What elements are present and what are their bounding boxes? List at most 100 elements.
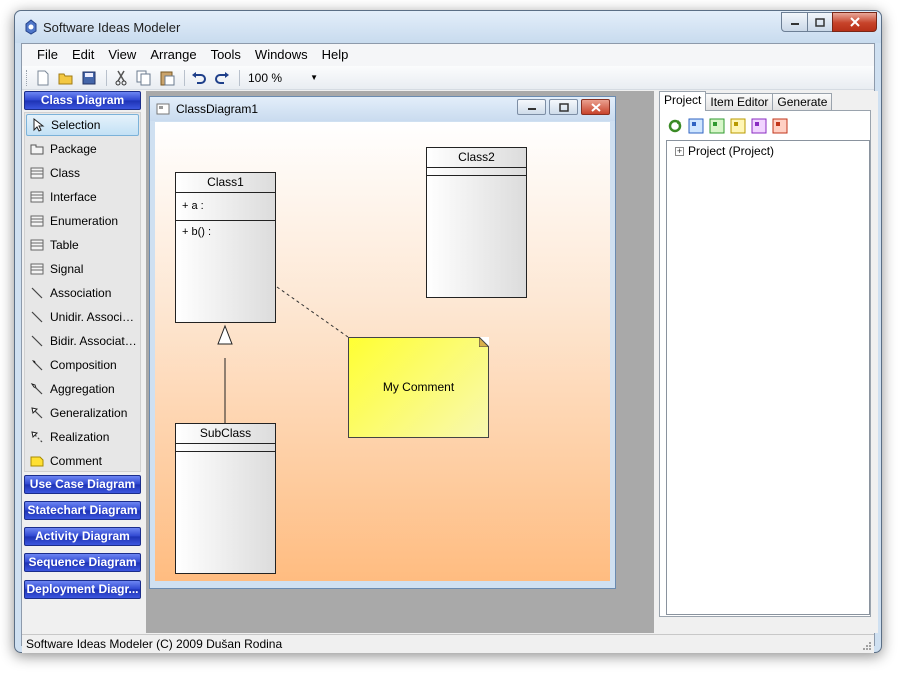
maximize-button[interactable] — [807, 12, 833, 32]
right-panel: Project Item Editor Generate + Project (… — [657, 91, 878, 633]
add-diagram-icon — [688, 118, 704, 134]
tool-class[interactable]: Class — [26, 162, 139, 184]
tool-package[interactable]: Package — [26, 138, 139, 160]
composition-icon — [32, 360, 43, 371]
tool-label: Association — [50, 286, 112, 300]
size-grip-icon[interactable] — [862, 641, 872, 651]
tool-table[interactable]: Table — [26, 234, 139, 256]
subclass[interactable]: SubClass — [175, 423, 276, 574]
tool-label: Composition — [50, 358, 117, 372]
save-button[interactable] — [79, 68, 99, 88]
undo-icon — [192, 71, 206, 84]
new-icon — [37, 70, 49, 85]
add-package-icon — [709, 118, 725, 134]
toolbar-grip[interactable] — [26, 69, 29, 86]
diagram-title-bar[interactable]: ClassDiagram1 — [150, 97, 615, 121]
tool-generalization[interactable]: Generalization — [26, 402, 139, 424]
tool-association[interactable]: Association — [26, 282, 139, 304]
menu-edit[interactable]: Edit — [65, 44, 101, 66]
tool-label: Aggregation — [50, 382, 115, 396]
tool-enumeration[interactable]: Enumeration — [26, 210, 139, 232]
tool-composition[interactable]: Composition — [26, 354, 139, 376]
tool-label: Enumeration — [50, 214, 119, 228]
menu-windows[interactable]: Windows — [248, 44, 315, 66]
generalization-icon — [31, 407, 43, 419]
close-icon — [590, 102, 601, 112]
delete-item-button[interactable] — [771, 117, 789, 135]
add-element-button[interactable] — [729, 117, 747, 135]
open-button[interactable] — [56, 68, 76, 88]
group-deployment-diagram[interactable]: Deployment Diagr... — [24, 580, 141, 599]
diagram-canvas[interactable]: Class1 + a : + b() : Class2 SubClass My … — [155, 122, 610, 581]
diagram-maximize-button[interactable] — [549, 99, 578, 115]
redo-button[interactable] — [212, 68, 232, 88]
comment-text: My Comment — [382, 380, 455, 394]
tool-bidir-association[interactable]: Bidir. Association — [26, 330, 139, 352]
group-activity-diagram[interactable]: Activity Diagram — [24, 527, 141, 546]
generalization-arrowhead — [217, 324, 233, 345]
cut-button[interactable] — [111, 68, 131, 88]
refresh-icon — [668, 119, 682, 133]
tool-label: Comment — [50, 454, 103, 468]
title-bar[interactable]: Software Ideas Modeler — [15, 11, 881, 43]
diagram-minimize-button[interactable] — [517, 99, 546, 115]
comment-note[interactable]: My Comment — [348, 337, 489, 438]
paste-button[interactable] — [157, 68, 177, 88]
menu-view[interactable]: View — [101, 44, 143, 66]
group-class-diagram[interactable]: Class Diagram — [24, 91, 141, 110]
pointer-icon — [33, 118, 45, 132]
minimize-icon — [527, 108, 536, 110]
menu-tools[interactable]: Tools — [204, 44, 248, 66]
tab-project[interactable]: Project — [659, 91, 707, 111]
tool-selection[interactable]: Selection — [26, 114, 139, 136]
undo-button[interactable] — [189, 68, 209, 88]
tool-signal[interactable]: Signal — [26, 258, 139, 280]
copy-button[interactable] — [134, 68, 154, 88]
menu-file[interactable]: File — [30, 44, 65, 66]
add-package-button[interactable] — [708, 117, 726, 135]
add-model-icon — [751, 118, 767, 134]
realization-icon — [31, 431, 43, 443]
open-icon — [58, 73, 73, 84]
tab-item-editor[interactable]: Item Editor — [705, 93, 774, 111]
menu-help[interactable]: Help — [315, 44, 356, 66]
refresh-button[interactable] — [666, 117, 684, 135]
tab-generate[interactable]: Generate — [772, 93, 833, 111]
tool-realization[interactable]: Realization — [26, 426, 139, 448]
main-toolbar: 100 % ▼ — [22, 66, 874, 90]
cut-icon — [115, 70, 127, 85]
enumeration-icon — [30, 215, 44, 227]
toolbox: Class Diagram Selection Package Class In… — [22, 91, 142, 610]
add-diagram-button[interactable] — [687, 117, 705, 135]
class2[interactable]: Class2 — [426, 147, 527, 298]
paste-icon — [160, 71, 175, 85]
interface-icon — [30, 191, 44, 203]
tool-interface[interactable]: Interface — [26, 186, 139, 208]
expand-icon[interactable]: + — [675, 146, 684, 156]
diagram-close-button[interactable] — [581, 99, 610, 115]
status-bar: Software Ideas Modeler (C) 2009 Dušan Ro… — [22, 634, 874, 653]
association-icon — [31, 287, 43, 299]
add-model-button[interactable] — [750, 117, 768, 135]
group-sequence-diagram[interactable]: Sequence Diagram — [24, 553, 141, 572]
class1[interactable]: Class1 + a : + b() : — [175, 172, 276, 323]
tool-label: Unidir. Associati... — [50, 310, 139, 324]
tool-comment[interactable]: Comment — [26, 450, 139, 472]
group-statechart-diagram[interactable]: Statechart Diagram — [24, 501, 141, 520]
panel-tabs: Project Item Editor Generate — [659, 91, 833, 111]
tree-node-project[interactable]: + Project (Project) — [675, 144, 774, 158]
save-icon — [82, 71, 96, 84]
zoom-combobox[interactable]: 100 % ▼ — [244, 69, 318, 87]
group-use-case-diagram[interactable]: Use Case Diagram — [24, 475, 141, 494]
minimize-button[interactable] — [781, 12, 808, 32]
project-tree[interactable]: + Project (Project) — [666, 140, 870, 615]
unidir-association-icon — [31, 311, 43, 323]
diagram-window: ClassDiagram1 Class1 + a: + b(): Class… — [149, 96, 616, 589]
tool-unidir-association[interactable]: Unidir. Associati... — [26, 306, 139, 328]
tool-aggregation[interactable]: Aggregation — [26, 378, 139, 400]
comment-icon — [30, 456, 44, 467]
close-button[interactable] — [832, 12, 877, 32]
new-button[interactable] — [33, 68, 53, 88]
tree-node-label: Project (Project) — [688, 144, 775, 158]
menu-arrange[interactable]: Arrange — [143, 44, 203, 66]
